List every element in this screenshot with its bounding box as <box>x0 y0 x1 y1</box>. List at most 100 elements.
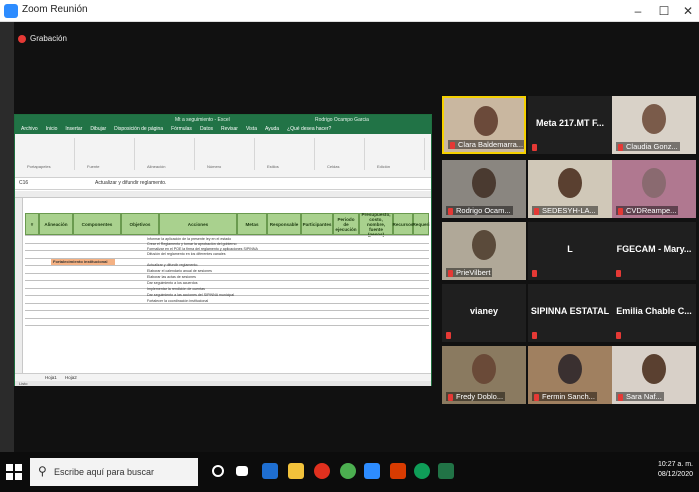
ribbon-group[interactable]: Fuente <box>75 138 135 170</box>
participant-video <box>474 106 498 136</box>
ribbon-tab[interactable]: Ayuda <box>265 125 279 134</box>
participant-tile[interactable]: Meta 217.MT F... <box>528 96 612 154</box>
taskbar-search-box[interactable]: ⚲ Escribe aquí para buscar <box>30 458 198 486</box>
participant-tile[interactable]: SEDESYH-LA... <box>528 160 612 218</box>
ribbon-tab[interactable]: Vista <box>246 125 257 134</box>
participant-tile[interactable]: Fredy Doblo... <box>442 346 526 404</box>
action-cell[interactable]: Crear el Reglamento y tomar la aprobació… <box>147 242 237 246</box>
ribbon-group[interactable]: Estilos <box>255 138 315 170</box>
participant-name-large: vianey <box>469 306 499 316</box>
excel-taskbar-icon[interactable] <box>438 463 454 479</box>
excel-title: Mt a seguimiento - Excel <box>175 117 230 123</box>
windows-start-icon[interactable] <box>6 464 22 480</box>
zoom-taskbar-icon[interactable] <box>364 463 380 479</box>
column-header[interactable]: Requeri <box>412 213 430 235</box>
muted-mic-icon <box>446 332 451 339</box>
participant-tile[interactable]: Clara Baldemarra... <box>442 96 526 154</box>
recording-indicator[interactable]: Grabación <box>18 34 67 43</box>
participant-tile[interactable]: vianey <box>442 284 526 342</box>
participant-tile[interactable]: PrieVilbert <box>442 222 526 280</box>
column-header[interactable]: Recursos <box>393 213 413 235</box>
system-tray-clock[interactable]: 10:27 a. m. 08/12/2020 <box>658 460 693 480</box>
calculator-app-icon[interactable] <box>262 463 278 479</box>
action-cell[interactable]: Dar seguimiento a los acuerdos <box>147 281 198 285</box>
office-icon[interactable] <box>390 463 406 479</box>
component-cell[interactable]: Fortalecimiento institucional <box>51 259 115 265</box>
participant-tile[interactable]: Sara Naf... <box>612 346 696 404</box>
sheet-tab-2[interactable]: Hoja2 <box>65 375 77 380</box>
ribbon-tab[interactable]: Datos <box>200 125 213 134</box>
ribbon-group[interactable]: Edición <box>365 138 425 170</box>
action-cell[interactable]: Difusión del reglamento en los diferente… <box>147 252 226 256</box>
participant-name-large: L <box>567 244 573 254</box>
muted-mic-icon <box>532 144 537 151</box>
participant-name-text: SEDESYH-LA... <box>542 206 596 215</box>
participant-tile[interactable]: Rodrigo Ocam... <box>442 160 526 218</box>
column-header[interactable]: Componentes <box>73 213 121 235</box>
opera-icon[interactable] <box>314 463 330 479</box>
sheet-tab-1[interactable]: Hoja1 <box>45 375 57 380</box>
action-cell[interactable]: Dar seguimiento a las acciones del SIPIN… <box>147 293 234 297</box>
ribbon-group[interactable]: Portapapeles <box>15 138 75 170</box>
action-cell[interactable]: Formalizar en el POE la firma del reglam… <box>147 247 258 251</box>
windows-taskbar: ⚲ Escribe aquí para buscar 10:27 a. m. 0… <box>0 452 699 492</box>
muted-mic-icon <box>532 332 537 339</box>
name-box[interactable]: C16 <box>19 180 28 186</box>
cortana-icon[interactable] <box>212 465 224 477</box>
close-button[interactable]: ✕ <box>676 2 699 20</box>
minimize-button[interactable]: – <box>626 2 650 20</box>
participant-tile[interactable]: SIPINNA ESTATAL <box>528 284 612 342</box>
spreadsheet-grid[interactable]: # Alineación Componentes Objetivos Acciones M… <box>15 191 431 373</box>
ribbon-tab[interactable]: Dibujar <box>90 125 106 134</box>
participant-tile[interactable]: FGECAM - Mary... <box>612 222 696 280</box>
column-header[interactable]: Alineación <box>39 213 73 235</box>
action-cell[interactable]: Elaborar el calendario anual de sesiones <box>147 269 212 273</box>
participant-video <box>642 104 666 134</box>
column-header[interactable]: Metas <box>237 213 267 235</box>
column-header[interactable]: Periodo de ejecución <box>333 213 359 235</box>
participant-tile[interactable]: CVDReampe... <box>612 160 696 218</box>
column-header[interactable]: Presupuesto, costo, nombre, fuente (peso… <box>359 212 393 237</box>
column-header[interactable]: Responsable <box>267 213 301 235</box>
action-cell[interactable]: Elaborar las actas de sesiones <box>147 275 196 279</box>
chrome-icon[interactable] <box>340 463 356 479</box>
ribbon-tab[interactable]: Archivo <box>21 125 38 134</box>
ribbon-tab[interactable]: Insertar <box>65 125 82 134</box>
participant-tile[interactable]: L <box>528 222 612 280</box>
ribbon-tab[interactable]: Revisar <box>221 125 238 134</box>
participant-name: SEDESYH-LA... <box>532 206 598 215</box>
participant-tile[interactable]: Claudia Gonz... <box>612 96 696 154</box>
ribbon-tab[interactable]: ¿Qué desea hacer? <box>287 125 331 134</box>
muted-mic-icon <box>448 269 453 277</box>
maximize-button[interactable]: ☐ <box>652 2 676 20</box>
sheet-tabs-bar: Hoja1 Hoja2 <box>15 373 431 381</box>
search-icon: ⚲ <box>38 464 47 478</box>
ribbon-group[interactable]: Celdas <box>315 138 365 170</box>
ribbon-group[interactable]: Alineación <box>135 138 195 170</box>
action-cell[interactable]: Actualizar y difundir reglamento. <box>147 263 198 267</box>
muted-mic-icon <box>534 207 539 215</box>
ribbon-group[interactable]: Número <box>195 138 255 170</box>
ribbon-tab[interactable]: Inicio <box>46 125 58 134</box>
file-explorer-icon[interactable] <box>288 463 304 479</box>
task-view-icon[interactable] <box>236 466 248 476</box>
participant-tile[interactable]: Emilia Chable C... <box>612 284 696 342</box>
participant-tile[interactable]: Fermin Sanch... <box>528 346 612 404</box>
action-cell[interactable]: Implementar la rendición de cuentas <box>147 287 205 291</box>
formula-content[interactable]: Actualizar y difundir reglamento. <box>95 180 166 186</box>
search-placeholder: Escribe aquí para buscar <box>54 467 155 477</box>
row-divider <box>25 287 429 289</box>
recording-label: Grabación <box>30 34 67 43</box>
action-cell[interactable]: Informar la aplicación de la presente le… <box>147 237 231 241</box>
column-header[interactable]: Objetivos <box>121 213 159 235</box>
column-header[interactable]: # <box>25 213 39 235</box>
formula-bar[interactable]: C16 Actualizar y difundir reglamento. <box>15 178 431 190</box>
ribbon-tab[interactable]: Fórmulas <box>171 125 192 134</box>
column-header[interactable]: Participantes <box>301 213 333 235</box>
ribbon-tab[interactable]: Disposición de página <box>114 125 163 134</box>
shared-screen-left-strip <box>0 22 14 452</box>
participant-name-text: Fermin Sanch... <box>542 392 595 401</box>
whatsapp-icon[interactable] <box>414 463 430 479</box>
action-cell[interactable]: Fortalecer la coordinación institucional <box>147 299 208 303</box>
column-header[interactable]: Acciones <box>159 213 237 235</box>
